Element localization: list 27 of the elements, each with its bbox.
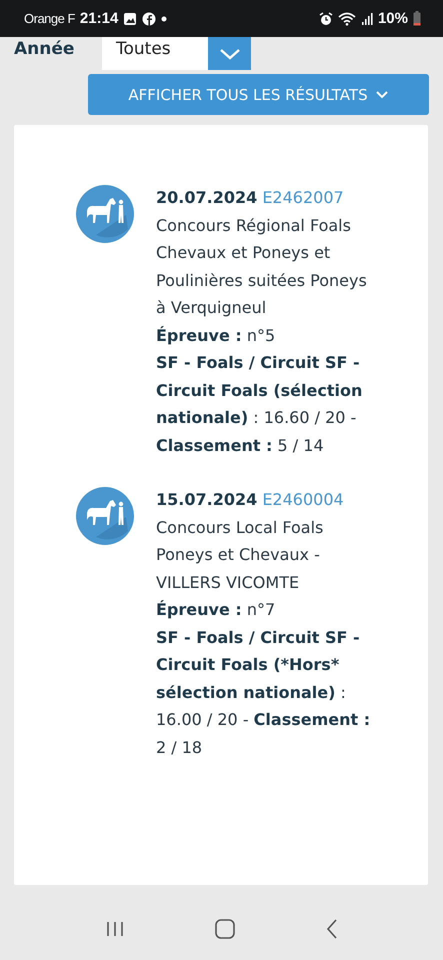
event-number: Épreuve : n°7 [156,599,276,621]
image-icon [123,12,138,26]
show-all-results-button[interactable]: AFFICHER TOUS LES RÉSULTATS [88,74,429,115]
alarm-icon [318,12,333,26]
home-icon[interactable] [214,918,236,940]
back-icon[interactable] [324,918,339,940]
carrier-name: Orange F [24,11,75,26]
year-select[interactable]: Toutes [102,37,251,70]
clock-time: 21:14 [80,10,118,27]
horse-icon [76,185,134,243]
result-date: 20.07.2024 [156,188,258,207]
battery-level: 10% [378,10,408,27]
chevron-down-icon [374,90,389,99]
result-details: SF - Foals / Circuit SF - Circuit Foals (sélection nationale) : 16.60 / 20 - Classement : 5 / 14 [156,352,364,456]
wifi-icon [338,12,356,26]
competition-code-link[interactable]: E2460004 [262,490,344,509]
social-icon [142,12,156,26]
event-number: Épreuve : n°5 [156,324,276,346]
chevron-down-icon [218,48,240,60]
battery-icon [413,11,421,26]
result-date: 15.07.2024 [156,490,258,509]
horse-icon [76,487,134,545]
competition-code-link[interactable]: E2462007 [262,188,344,207]
dot-icon [161,16,168,22]
signal-icon [360,12,373,26]
result-details: SF - Foals / Circuit SF - Circuit Foals (*Hors* sélection nationale) : 16.00 / 20 - Classement : 2 / 18 [156,626,371,758]
year-label: Année [14,38,76,61]
